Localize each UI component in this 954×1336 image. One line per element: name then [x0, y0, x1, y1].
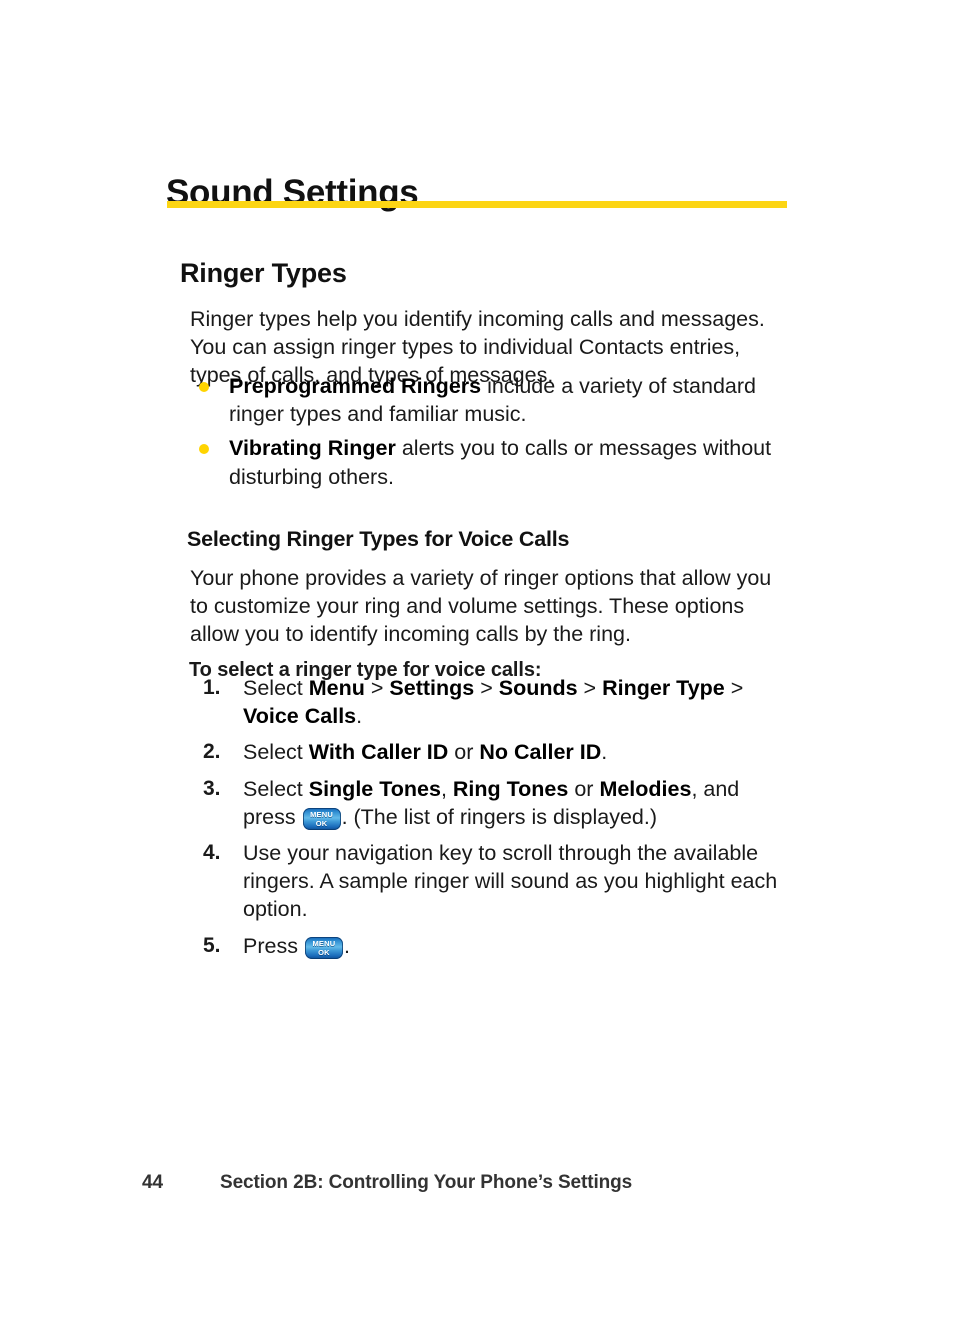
step-emphasis: Ringer Type [602, 676, 725, 700]
step-emphasis: No Caller ID [479, 740, 602, 765]
step-text: Select With Caller ID or No Caller ID. [243, 740, 608, 765]
page-footer: 44 Section 2B: Controlling Your Phone’s S… [142, 1172, 842, 1194]
section-heading-ringer-types: Ringer Types [180, 258, 347, 289]
step-emphasis: Voice Calls [243, 704, 357, 729]
list-item: Preprogrammed Ringers include a variety … [197, 372, 797, 428]
bullet-term: Preprogrammed Ringers [229, 374, 482, 398]
step-number: 4. [203, 841, 221, 865]
menu-ok-key-icon: MENU OK [304, 936, 343, 959]
step-emphasis: Menu [308, 676, 365, 700]
step-number: 1. [203, 676, 221, 699]
bullet-dot-icon [199, 382, 209, 392]
menu-ok-key-bottom-label: OK [318, 948, 330, 958]
step-emphasis: Melodies [599, 776, 692, 801]
step-item: 5. Press MENU OK. [203, 932, 793, 960]
footer-page-number: 44 [142, 1172, 163, 1193]
menu-ok-key-bottom-label: OK [315, 819, 328, 829]
bullet-term: Vibrating Ringer [229, 436, 396, 461]
step-emphasis: Settings [389, 676, 475, 700]
step-number: 2. [203, 740, 221, 764]
step-number: 5. [203, 933, 221, 957]
step-item: 2. Select With Caller ID or No Caller ID. [203, 738, 793, 766]
step-item: 4. Use your navigation key to scroll thro… [203, 839, 793, 924]
list-item: Vibrating Ringer alerts you to calls or … [197, 434, 797, 490]
step-text: Select Single Tones, Ring Tones or Melod… [243, 776, 740, 830]
step-text: Select Menu > Settings > Sounds > Ringer… [243, 676, 744, 729]
footer-section-label: Section 2B: Controlling Your Phone’s Set… [220, 1172, 633, 1193]
step-text: Use your navigation key to scroll throug… [243, 841, 778, 922]
step-emphasis: With Caller ID [308, 740, 449, 765]
step-emphasis: Ring Tones [452, 776, 569, 801]
feature-bullet-list: Preprogrammed Ringers include a variety … [197, 372, 797, 497]
step-emphasis: Single Tones [308, 776, 441, 801]
menu-ok-key-top-label: MENU [310, 810, 333, 820]
numbered-step-list: 1. Select Menu > Settings > Sounds > Ring… [203, 674, 793, 968]
title-underline-rule [167, 201, 787, 208]
step-item: 3. Select Single Tones, Ring Tones or Mel… [203, 775, 793, 831]
step-emphasis: Sounds [498, 676, 578, 700]
step-text: Press MENU OK. [243, 933, 350, 959]
manual-page: Sound Settings Ringer Types Ringer types… [0, 0, 954, 1336]
menu-ok-key-top-label: MENU [312, 939, 336, 949]
menu-ok-key-icon: MENU OK [302, 807, 341, 830]
subsection-paragraph: Your phone provides a variety of ringer … [190, 565, 772, 646]
step-number: 3. [203, 776, 221, 800]
bullet-dot-icon [199, 444, 209, 455]
step-item: 1. Select Menu > Settings > Sounds > Ring… [203, 674, 793, 730]
subsection-heading-selecting-ringer-types: Selecting Ringer Types for Voice Calls [187, 526, 570, 551]
